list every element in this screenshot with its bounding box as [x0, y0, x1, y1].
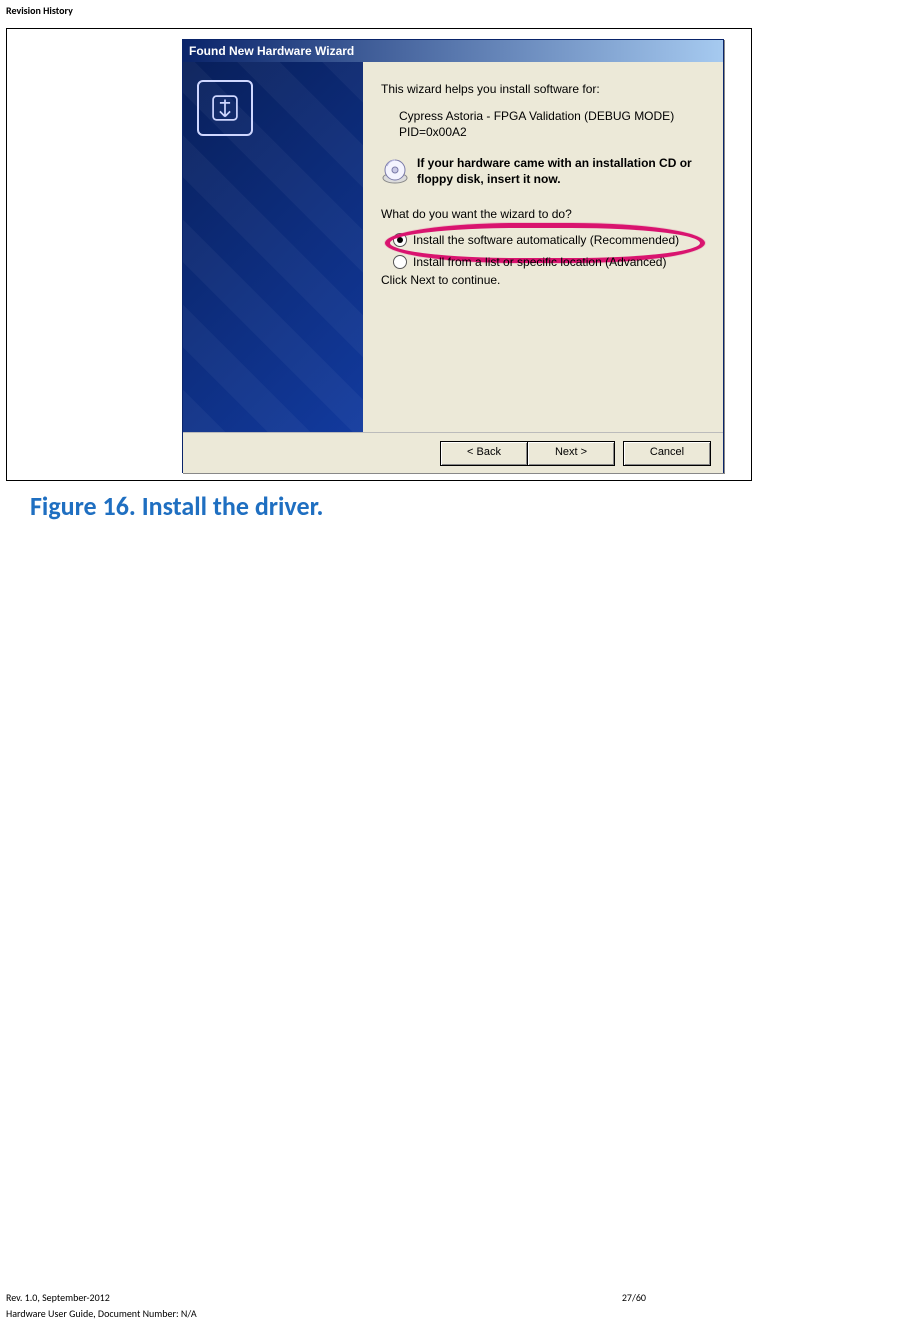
- radio-auto[interactable]: [393, 233, 407, 247]
- device-name-line1: Cypress Astoria - FPGA Validation (DEBUG…: [399, 108, 705, 124]
- footer-document-number: Hardware User Guide, Document Number: N/…: [6, 1306, 899, 1322]
- next-button[interactable]: Next >: [527, 441, 615, 466]
- hardware-usb-icon: [197, 80, 253, 136]
- install-options: Install the software automatically (Reco…: [393, 229, 705, 273]
- wizard-intro-text: This wizard helps you install software f…: [381, 82, 705, 96]
- document-page: Revision History Found New Hardware Wiza…: [0, 0, 905, 1328]
- wizard-content: This wizard helps you install software f…: [363, 62, 723, 432]
- page-footer: Rev. 1.0, September-2012 27/60 Hardware …: [6, 1290, 899, 1322]
- figure-frame: Found New Hardware Wizard This wizard he…: [6, 28, 752, 481]
- option-specific-label: Install from a list or specific location…: [413, 255, 666, 269]
- wizard-titlebar: Found New Hardware Wizard: [183, 40, 723, 62]
- back-next-button-pair: < Back Next >: [440, 441, 615, 466]
- footer-revision: Rev. 1.0, September-2012: [6, 1290, 110, 1306]
- back-button[interactable]: < Back: [440, 441, 527, 466]
- wizard-button-bar: < Back Next > Cancel: [183, 432, 723, 473]
- device-name-line2: PID=0x00A2: [399, 124, 705, 140]
- wizard-prompt: What do you want the wizard to do?: [381, 207, 705, 221]
- installation-cd-hint: If your hardware came with an installati…: [381, 156, 705, 189]
- figure-caption: Figure 16. Install the driver.: [30, 490, 323, 522]
- option-auto-label: Install the software automatically (Reco…: [413, 233, 679, 247]
- option-auto-row[interactable]: Install the software automatically (Reco…: [393, 229, 705, 251]
- continue-instruction: Click Next to continue.: [381, 273, 705, 287]
- installation-cd-text: If your hardware came with an installati…: [417, 156, 705, 187]
- radio-specific[interactable]: [393, 255, 407, 269]
- page-header: Revision History: [6, 4, 73, 17]
- wizard-body: This wizard helps you install software f…: [183, 62, 723, 432]
- wizard-side-graphic: [183, 62, 363, 432]
- hardware-wizard-dialog: Found New Hardware Wizard This wizard he…: [182, 39, 724, 473]
- cancel-button[interactable]: Cancel: [623, 441, 711, 466]
- device-name-block: Cypress Astoria - FPGA Validation (DEBUG…: [399, 108, 705, 140]
- cd-icon: [381, 156, 409, 189]
- option-specific-row[interactable]: Install from a list or specific location…: [393, 251, 705, 273]
- footer-page-number: 27/60: [622, 1290, 646, 1306]
